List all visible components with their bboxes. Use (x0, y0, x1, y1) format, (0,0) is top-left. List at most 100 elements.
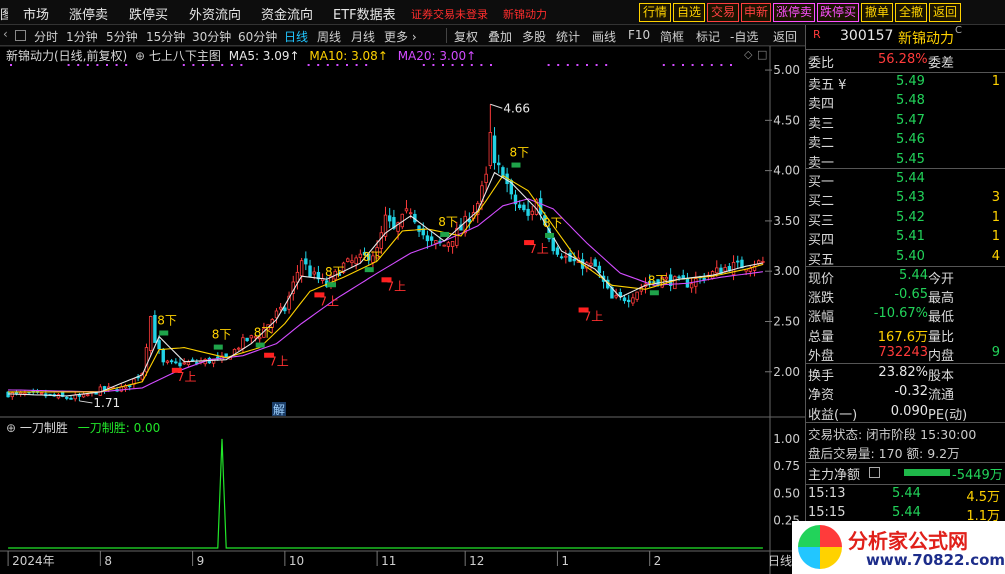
period-5min[interactable]: 5分钟 (106, 28, 138, 45)
tool-draw-line[interactable]: 画线 (592, 28, 616, 45)
marker-dot (96, 64, 99, 66)
sell-signal-flag (255, 342, 265, 348)
after-hours: 盘后交易量: 170 额: 9.2万 (808, 446, 960, 461)
watermark-url: www.70822.com (866, 551, 1005, 569)
ask-row[interactable]: 卖五 ¥ 5.49 1 (808, 74, 1004, 93)
tool-restore-rights[interactable]: 复权 (454, 28, 478, 45)
x-tick-label: 11 (381, 554, 396, 568)
period-1min[interactable]: 1分钟 (66, 28, 98, 45)
trade-button[interactable]: 交易 (707, 3, 739, 22)
watchlist-button[interactable]: 自选 (673, 3, 705, 22)
period-weekly[interactable]: 周线 (317, 28, 341, 45)
bid-row[interactable]: 买四 5.41 1 (808, 229, 1004, 248)
tool-multi-stock[interactable]: 多股 (522, 28, 546, 45)
tool-f10[interactable]: F10 (628, 28, 650, 42)
divider (806, 462, 1005, 463)
divider (806, 422, 1005, 423)
tool-remove-watchlist[interactable]: -自选 (730, 28, 758, 45)
candle-body (731, 261, 736, 275)
candle-body (81, 393, 86, 398)
ask-volume: 1 (991, 74, 1000, 89)
stat-label: 涨幅 (808, 310, 835, 326)
collapse-button[interactable] (15, 30, 26, 41)
period-60min[interactable]: 60分钟 (238, 28, 277, 45)
x-tick-label: 10 (289, 554, 304, 568)
menu-foreign-flow[interactable]: 外资流向 (189, 4, 241, 23)
period-timeshare[interactable]: 分时 (34, 28, 58, 45)
bid-label: 买一 (808, 175, 835, 190)
marker-dot (605, 64, 608, 66)
close-icon[interactable]: □ (757, 48, 767, 61)
y-tick-label: 3.00 (773, 264, 800, 278)
back-button[interactable]: 返回 (929, 3, 961, 22)
ipo-button[interactable]: 申新 (741, 3, 771, 22)
candle-body (241, 337, 245, 349)
cancel-order-button[interactable]: 撤单 (861, 3, 893, 22)
quote-button[interactable]: 行情 (639, 3, 671, 22)
buy-signal-label: 7上 (319, 294, 339, 308)
bid-row[interactable]: 买一 5.44 (808, 171, 1004, 190)
tool-mark[interactable]: 标记 (696, 28, 720, 45)
candle-body (77, 394, 82, 397)
kline-chart[interactable]: 5.00 4.50 4.00 3.50 3.00 2.50 2.00 1.00 0.75 0.50… (0, 46, 805, 574)
bid-row[interactable]: 买五 5.40 4 (808, 249, 1004, 268)
footer-period[interactable]: 日线 (768, 554, 792, 568)
candle-body (551, 237, 555, 252)
bid-row[interactable]: 买三 5.42 1 (808, 210, 1004, 229)
buy-signal-label: 7上 (529, 242, 549, 256)
stat-row: 总量 167.6万 量比 (808, 326, 1004, 345)
bid-label: 买五 (808, 252, 835, 268)
candle-body (178, 362, 182, 367)
chevron-left-icon[interactable]: ‹ (3, 27, 8, 41)
stat-value: -10.67% (873, 306, 928, 322)
cancel-all-button[interactable]: 全撤 (895, 3, 927, 22)
candle-body (304, 258, 308, 265)
menu-fragment[interactable]: 图 (0, 4, 8, 23)
ask-price: 5.46 (896, 132, 925, 148)
sell-signal-flag (649, 290, 659, 296)
candle-body (568, 252, 572, 262)
marker-dot (682, 64, 684, 66)
tool-statistics[interactable]: 统计 (556, 28, 580, 45)
candle-body (73, 394, 77, 400)
menu-market[interactable]: 市场 (23, 4, 49, 23)
sell-signal-flag (511, 162, 521, 168)
list-icon[interactable] (869, 467, 880, 478)
stock-name: 新锦动力 (898, 31, 954, 47)
bid-row[interactable]: 买二 5.43 3 (808, 190, 1004, 209)
sub-chart-name[interactable]: 一刀制胜 (20, 421, 68, 435)
diamond-icon[interactable]: ◇ (744, 48, 753, 61)
divider (806, 266, 1005, 267)
tool-back[interactable]: 返回 (773, 28, 797, 45)
candle-body (308, 265, 312, 277)
stat-value: 5.44 (899, 268, 928, 283)
period-monthly[interactable]: 月线 (351, 28, 375, 45)
period-daily[interactable]: 日线 (284, 28, 308, 45)
limit-down-buy-button[interactable]: 跌停买 (817, 3, 859, 22)
candle-body (161, 348, 165, 363)
sub-formula-icon[interactable]: ⊕ (6, 421, 16, 435)
menu-capital-flow[interactable]: 资金流向 (261, 4, 313, 23)
candle-body (530, 210, 534, 215)
window-stock-title: 新锦动力 (503, 8, 547, 21)
menu-etf-table[interactable]: ETF数据表 (333, 4, 396, 23)
period-more[interactable]: 更多 › (384, 28, 417, 45)
trading-app: 图 市场 涨停卖 跌停买 外资流向 资金流向 ETF数据表 证券交易未登录 新锦… (0, 0, 1005, 574)
fund-value: 23.82% (878, 365, 928, 380)
sell-signal-flag (326, 282, 336, 288)
period-15min[interactable]: 15分钟 (146, 28, 185, 45)
marker-dot (365, 64, 368, 66)
stat-row: 涨幅 -10.67% 最低 (808, 306, 1004, 325)
ask-row[interactable]: 卖三 5.47 (808, 113, 1004, 132)
marker-dot (701, 64, 704, 66)
menu-limit-down-buy[interactable]: 跌停买 (129, 4, 168, 23)
tool-simple-frame[interactable]: 简框 (660, 28, 684, 45)
sell-signal-label: 8下 (325, 265, 345, 279)
bid-price: 5.44 (896, 171, 925, 186)
tool-overlay[interactable]: 叠加 (488, 28, 512, 45)
period-30min[interactable]: 30分钟 (192, 28, 231, 45)
limit-up-sell-button[interactable]: 涨停卖 (773, 3, 815, 22)
ask-row[interactable]: 卖四 5.48 (808, 93, 1004, 112)
menu-limit-up-sell[interactable]: 涨停卖 (69, 4, 108, 23)
ask-row[interactable]: 卖二 5.46 (808, 132, 1004, 151)
